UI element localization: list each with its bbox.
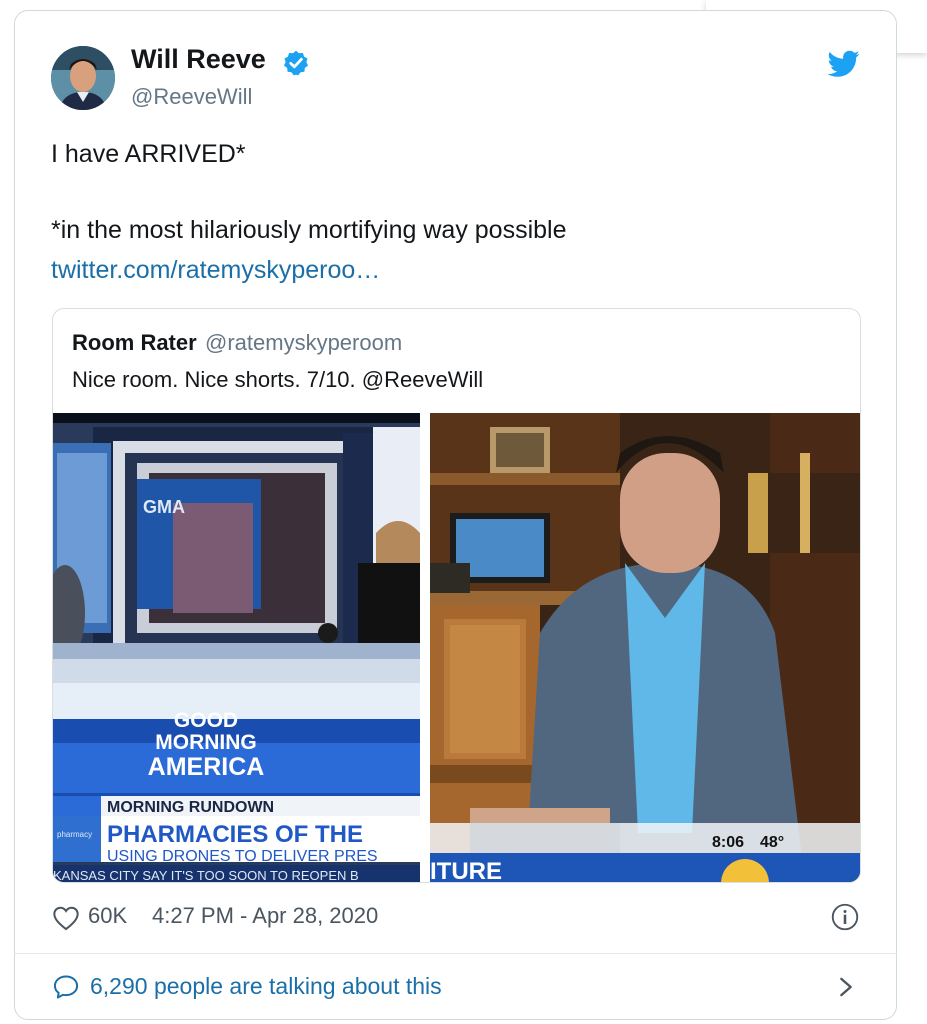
tweet-text-line2: *in the most hilariously mortifying way … bbox=[51, 216, 567, 244]
tweet-text-line1: I have ARRIVED* bbox=[51, 140, 246, 168]
temperature: 48° bbox=[760, 834, 784, 851]
quoted-tweet-text: Nice room. Nice shorts. 7/10. @ReeveWill bbox=[72, 367, 484, 392]
tweet-link[interactable]: twitter.com/ratemyskyperoo… bbox=[51, 256, 380, 285]
subhead-text: USING DRONES TO DELIVER PRES bbox=[107, 848, 378, 865]
gma-screen-logo: GMA bbox=[143, 497, 185, 517]
show-title-line2: MORNING bbox=[155, 731, 257, 754]
clock-time: 8:06 bbox=[712, 834, 744, 851]
gma-studio-image: GMA GOOD MORNING AMERICA MORNING RUNDOWN bbox=[53, 413, 420, 883]
headline-text: PHARMACIES OF THE bbox=[107, 821, 363, 848]
photo-gma-studio[interactable]: GMA GOOD MORNING AMERICA MORNING RUNDOWN bbox=[53, 413, 420, 883]
quoted-author-name: Room Rater bbox=[72, 330, 197, 355]
show-title-line3: AMERICA bbox=[148, 753, 265, 781]
verified-badge-icon bbox=[283, 50, 309, 76]
rundown-label: MORNING RUNDOWN bbox=[107, 799, 274, 816]
tweet-timestamp[interactable]: 4:27 PM - Apr 28, 2020 bbox=[152, 903, 378, 929]
heart-icon[interactable] bbox=[52, 905, 80, 931]
chevron-right-icon[interactable] bbox=[835, 973, 857, 1001]
ticker-text: KANSAS CITY SAY IT'S TOO SOON TO REOPEN … bbox=[53, 868, 359, 883]
author-avatar[interactable] bbox=[51, 46, 115, 110]
footer-divider bbox=[14, 953, 897, 954]
home-office-image: 8:06 48° ITURE bbox=[430, 413, 860, 883]
twitter-bird-icon[interactable] bbox=[828, 50, 860, 78]
like-count[interactable]: 60K bbox=[88, 903, 127, 929]
show-title-line1: GOOD bbox=[174, 709, 238, 732]
lower-third-text: ITURE bbox=[430, 858, 502, 883]
quoted-author-handle: @ratemyskyperoom bbox=[205, 330, 403, 355]
author-name[interactable]: Will Reeve bbox=[131, 44, 266, 75]
avatar-image bbox=[51, 46, 115, 110]
photo-home-office[interactable]: 8:06 48° ITURE bbox=[430, 413, 860, 883]
talking-about-link[interactable]: 6,290 people are talking about this bbox=[90, 973, 442, 1000]
comment-bubble-icon bbox=[53, 975, 79, 999]
quoted-tweet[interactable]: Room Rater @ratemyskyperoom Nice room. N… bbox=[52, 308, 861, 883]
pharmacy-tag: pharmacy bbox=[57, 830, 92, 839]
author-handle[interactable]: @ReeveWill bbox=[131, 84, 252, 110]
info-icon[interactable] bbox=[831, 903, 859, 931]
